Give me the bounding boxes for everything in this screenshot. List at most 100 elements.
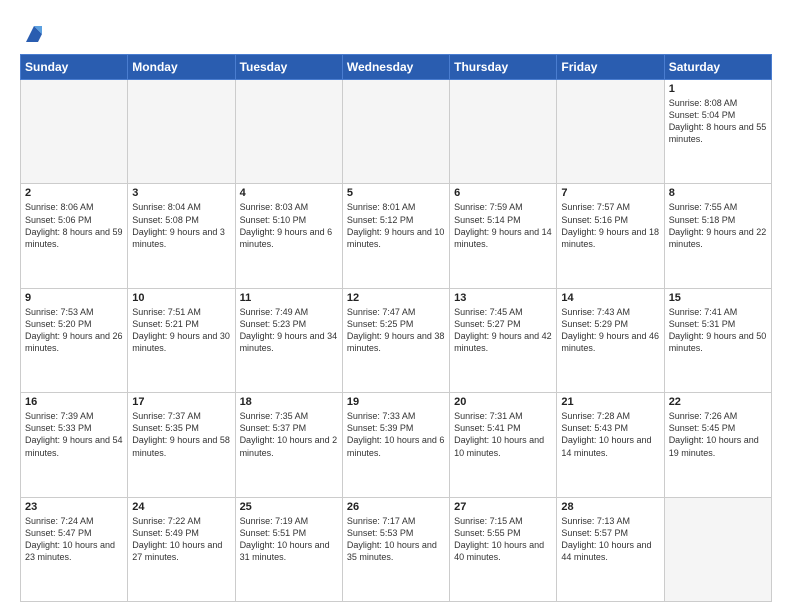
- day-number: 10: [132, 292, 230, 304]
- calendar-cell: 15 Sunrise: 7:41 AM Sunset: 5:31 PM Dayli…: [664, 288, 771, 392]
- day-number: 13: [454, 292, 552, 304]
- day-info: Sunrise: 7:49 AM Sunset: 5:23 PM Dayligh…: [240, 306, 338, 355]
- day-number: 17: [132, 396, 230, 408]
- day-number: 23: [25, 501, 123, 513]
- day-number: 7: [561, 187, 659, 199]
- day-header-tuesday: Tuesday: [235, 55, 342, 80]
- day-number: 9: [25, 292, 123, 304]
- day-info: Sunrise: 7:39 AM Sunset: 5:33 PM Dayligh…: [25, 410, 123, 459]
- day-info: Sunrise: 7:53 AM Sunset: 5:20 PM Dayligh…: [25, 306, 123, 355]
- week-row: 16 Sunrise: 7:39 AM Sunset: 5:33 PM Dayli…: [21, 393, 772, 497]
- calendar-cell: 8 Sunrise: 7:55 AM Sunset: 5:18 PM Daylig…: [664, 184, 771, 288]
- day-info: Sunrise: 7:13 AM Sunset: 5:57 PM Dayligh…: [561, 515, 659, 564]
- header: [20, 18, 772, 46]
- week-row: 23 Sunrise: 7:24 AM Sunset: 5:47 PM Dayli…: [21, 497, 772, 601]
- page: SundayMondayTuesdayWednesdayThursdayFrid…: [0, 0, 792, 612]
- calendar-cell: 18 Sunrise: 7:35 AM Sunset: 5:37 PM Dayli…: [235, 393, 342, 497]
- calendar-cell: 17 Sunrise: 7:37 AM Sunset: 5:35 PM Dayli…: [128, 393, 235, 497]
- day-number: 1: [669, 83, 767, 95]
- calendar: SundayMondayTuesdayWednesdayThursdayFrid…: [20, 54, 772, 602]
- day-info: Sunrise: 7:41 AM Sunset: 5:31 PM Dayligh…: [669, 306, 767, 355]
- day-header-saturday: Saturday: [664, 55, 771, 80]
- day-number: 8: [669, 187, 767, 199]
- day-number: 26: [347, 501, 445, 513]
- calendar-header: SundayMondayTuesdayWednesdayThursdayFrid…: [21, 55, 772, 80]
- calendar-cell: [450, 80, 557, 184]
- calendar-cell: 16 Sunrise: 7:39 AM Sunset: 5:33 PM Dayli…: [21, 393, 128, 497]
- calendar-cell: 26 Sunrise: 7:17 AM Sunset: 5:53 PM Dayli…: [342, 497, 449, 601]
- logo: [20, 22, 46, 46]
- calendar-cell: 14 Sunrise: 7:43 AM Sunset: 5:29 PM Dayli…: [557, 288, 664, 392]
- day-info: Sunrise: 7:45 AM Sunset: 5:27 PM Dayligh…: [454, 306, 552, 355]
- calendar-cell: 11 Sunrise: 7:49 AM Sunset: 5:23 PM Dayli…: [235, 288, 342, 392]
- calendar-cell: [235, 80, 342, 184]
- day-number: 2: [25, 187, 123, 199]
- calendar-cell: [21, 80, 128, 184]
- day-header-friday: Friday: [557, 55, 664, 80]
- day-header-thursday: Thursday: [450, 55, 557, 80]
- logo-icon: [22, 22, 46, 46]
- calendar-cell: 27 Sunrise: 7:15 AM Sunset: 5:55 PM Dayli…: [450, 497, 557, 601]
- calendar-cell: 9 Sunrise: 7:53 AM Sunset: 5:20 PM Daylig…: [21, 288, 128, 392]
- day-info: Sunrise: 7:59 AM Sunset: 5:14 PM Dayligh…: [454, 201, 552, 250]
- day-info: Sunrise: 7:37 AM Sunset: 5:35 PM Dayligh…: [132, 410, 230, 459]
- day-info: Sunrise: 7:51 AM Sunset: 5:21 PM Dayligh…: [132, 306, 230, 355]
- day-info: Sunrise: 7:24 AM Sunset: 5:47 PM Dayligh…: [25, 515, 123, 564]
- day-info: Sunrise: 7:31 AM Sunset: 5:41 PM Dayligh…: [454, 410, 552, 459]
- day-number: 27: [454, 501, 552, 513]
- calendar-cell: [128, 80, 235, 184]
- calendar-cell: 22 Sunrise: 7:26 AM Sunset: 5:45 PM Dayli…: [664, 393, 771, 497]
- day-info: Sunrise: 7:15 AM Sunset: 5:55 PM Dayligh…: [454, 515, 552, 564]
- header-row: SundayMondayTuesdayWednesdayThursdayFrid…: [21, 55, 772, 80]
- day-number: 11: [240, 292, 338, 304]
- calendar-cell: 1 Sunrise: 8:08 AM Sunset: 5:04 PM Daylig…: [664, 80, 771, 184]
- day-header-wednesday: Wednesday: [342, 55, 449, 80]
- day-info: Sunrise: 8:01 AM Sunset: 5:12 PM Dayligh…: [347, 201, 445, 250]
- calendar-cell: [664, 497, 771, 601]
- day-number: 5: [347, 187, 445, 199]
- calendar-cell: 12Sunrise: 7:47 AM Sunset: 5:25 PM Dayli…: [342, 288, 449, 392]
- day-info: Sunrise: 7:43 AM Sunset: 5:29 PM Dayligh…: [561, 306, 659, 355]
- calendar-cell: 7 Sunrise: 7:57 AM Sunset: 5:16 PM Daylig…: [557, 184, 664, 288]
- day-number: 6: [454, 187, 552, 199]
- day-info: Sunrise: 7:47 AM Sunset: 5:25 PM Dayligh…: [347, 306, 445, 355]
- calendar-cell: 2 Sunrise: 8:06 AM Sunset: 5:06 PM Daylig…: [21, 184, 128, 288]
- calendar-cell: 21 Sunrise: 7:28 AM Sunset: 5:43 PM Dayli…: [557, 393, 664, 497]
- day-header-monday: Monday: [128, 55, 235, 80]
- day-number: 19: [347, 396, 445, 408]
- week-row: 9 Sunrise: 7:53 AM Sunset: 5:20 PM Daylig…: [21, 288, 772, 392]
- calendar-cell: 24 Sunrise: 7:22 AM Sunset: 5:49 PM Dayli…: [128, 497, 235, 601]
- calendar-cell: [557, 80, 664, 184]
- day-number: 14: [561, 292, 659, 304]
- day-number: 21: [561, 396, 659, 408]
- day-info: Sunrise: 7:57 AM Sunset: 5:16 PM Dayligh…: [561, 201, 659, 250]
- day-info: Sunrise: 7:35 AM Sunset: 5:37 PM Dayligh…: [240, 410, 338, 459]
- day-info: Sunrise: 7:19 AM Sunset: 5:51 PM Dayligh…: [240, 515, 338, 564]
- day-number: 28: [561, 501, 659, 513]
- calendar-cell: 13 Sunrise: 7:45 AM Sunset: 5:27 PM Dayli…: [450, 288, 557, 392]
- day-number: 16: [25, 396, 123, 408]
- day-number: 18: [240, 396, 338, 408]
- calendar-cell: [342, 80, 449, 184]
- day-number: 25: [240, 501, 338, 513]
- calendar-cell: 10 Sunrise: 7:51 AM Sunset: 5:21 PM Dayli…: [128, 288, 235, 392]
- calendar-body: 1 Sunrise: 8:08 AM Sunset: 5:04 PM Daylig…: [21, 80, 772, 602]
- calendar-cell: 3Sunrise: 8:04 AM Sunset: 5:08 PM Daylig…: [128, 184, 235, 288]
- calendar-cell: 23 Sunrise: 7:24 AM Sunset: 5:47 PM Dayli…: [21, 497, 128, 601]
- day-info: Sunrise: 7:26 AM Sunset: 5:45 PM Dayligh…: [669, 410, 767, 459]
- day-info: Sunrise: 7:17 AM Sunset: 5:53 PM Dayligh…: [347, 515, 445, 564]
- day-info: Sunrise: 7:28 AM Sunset: 5:43 PM Dayligh…: [561, 410, 659, 459]
- day-number: 15: [669, 292, 767, 304]
- calendar-cell: 25 Sunrise: 7:19 AM Sunset: 5:51 PM Dayli…: [235, 497, 342, 601]
- day-number: 22: [669, 396, 767, 408]
- day-number: 20: [454, 396, 552, 408]
- day-info: Sunrise: 8:06 AM Sunset: 5:06 PM Dayligh…: [25, 201, 123, 250]
- day-info: Sunrise: 7:55 AM Sunset: 5:18 PM Dayligh…: [669, 201, 767, 250]
- calendar-cell: 19Sunrise: 7:33 AM Sunset: 5:39 PM Dayli…: [342, 393, 449, 497]
- day-header-sunday: Sunday: [21, 55, 128, 80]
- day-info: Sunrise: 7:22 AM Sunset: 5:49 PM Dayligh…: [132, 515, 230, 564]
- day-number: 24: [132, 501, 230, 513]
- day-number: 3: [132, 187, 230, 199]
- day-info: Sunrise: 8:08 AM Sunset: 5:04 PM Dayligh…: [669, 97, 767, 146]
- day-number: 4: [240, 187, 338, 199]
